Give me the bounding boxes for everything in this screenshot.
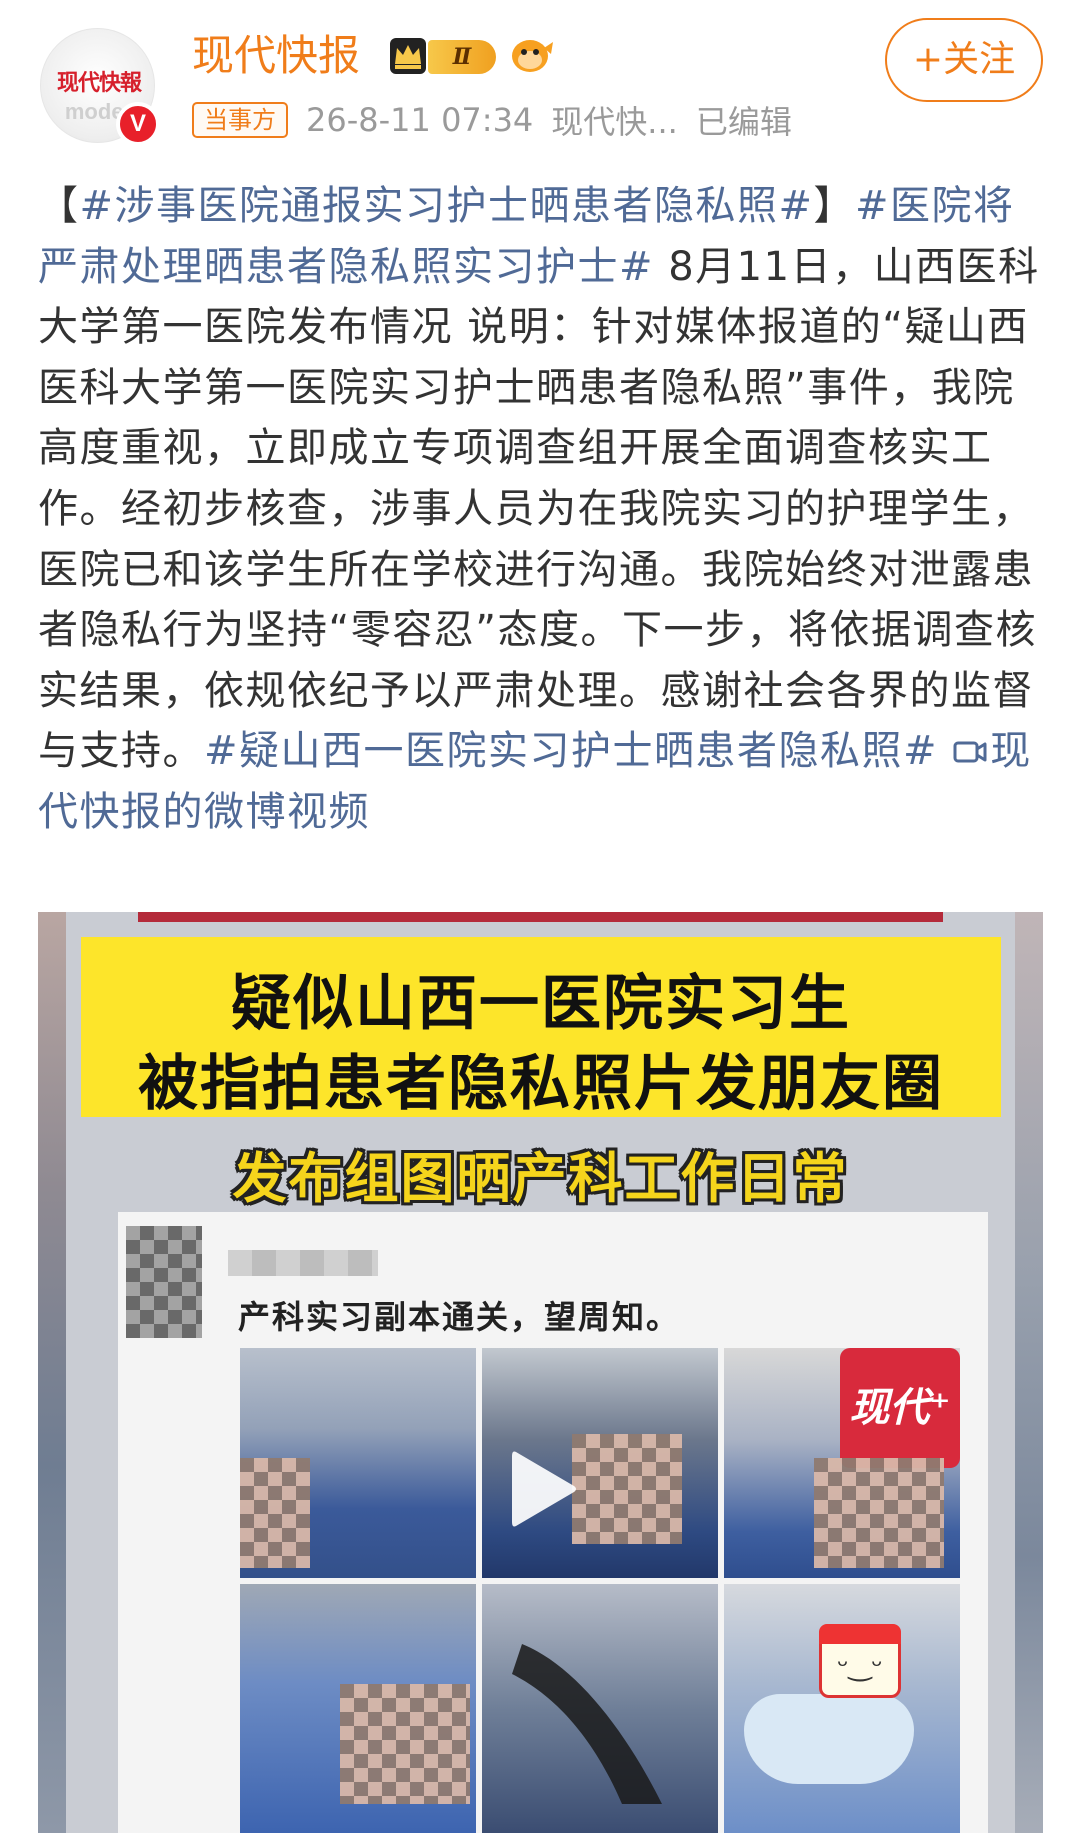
post-time: 26-8-11 07:34 — [306, 101, 534, 139]
topic-link-3[interactable]: #疑山西一医院实习护士晒患者隐私照# — [204, 728, 938, 774]
post-body: 8月11日，山西医科大学第一医院发布情况 说明：针对媒体报道的“疑山西医科大学第… — [38, 243, 1040, 775]
bracket-close: 】 — [813, 183, 856, 229]
edited-label[interactable]: 已编辑 — [696, 97, 792, 143]
moment-photo-4 — [240, 1584, 476, 1833]
post-source[interactable]: 现代快... — [551, 97, 678, 143]
verified-icon: V — [116, 102, 160, 146]
calendar-sticker: ᵕ‿ᵕ — [819, 1624, 901, 1698]
username[interactable]: 现代快报 — [192, 30, 360, 82]
blurred-face — [340, 1684, 470, 1804]
hair-shape — [512, 1644, 662, 1804]
surgical-mask — [744, 1694, 914, 1784]
calendar-sticker-face: ᵕ‿ᵕ — [837, 1649, 883, 1682]
follow-button[interactable]: +关注 — [885, 18, 1043, 102]
watermark-logo: 现代⁺ — [840, 1348, 960, 1468]
blurred-face — [572, 1434, 682, 1544]
video-top-bar — [138, 912, 943, 922]
video-title-banner: 疑似山西一医院实习生 被指拍患者隐私照片发朋友圈 — [81, 937, 1001, 1119]
banner-line-2: 被指拍患者隐私照片发朋友圈 — [138, 1049, 944, 1119]
crown-icon[interactable] — [388, 36, 428, 76]
avatar-logo-text: 现代快報 — [56, 70, 142, 96]
topic-link-1[interactable]: #涉事医院通报实习护士晒患者隐私照# — [80, 183, 814, 229]
blurred-name — [228, 1250, 378, 1276]
moment-photo-1 — [240, 1348, 476, 1578]
video-subtitle: 发布组图晒产科工作日常 — [232, 1147, 849, 1210]
moment-text: 产科实习副本通关，望周知。 — [238, 1298, 681, 1336]
moment-photo-5 — [482, 1584, 718, 1833]
post-text: 【#涉事医院通报实习护士晒患者隐私照#】#医院将严肃处理晒患者隐私照实习护士# … — [38, 176, 1050, 843]
moment-photo-6: ᵕ‿ᵕ — [724, 1584, 960, 1833]
post-meta: 当事方 26-8-11 07:34 现代快... 已编辑 — [192, 99, 792, 141]
video-edge-left — [38, 912, 66, 1833]
play-icon[interactable] — [506, 1444, 580, 1534]
bracket-open: 【 — [38, 183, 80, 229]
blurred-face — [240, 1458, 310, 1568]
moment-photo-3: 现代⁺ — [724, 1348, 960, 1578]
post-header: 现代快報 moder V 现代快报 Ⅱ +关注 当事方 26-8-11 07:3… — [0, 0, 1080, 160]
calendar-sticker-top — [819, 1624, 901, 1644]
blurred-face — [814, 1458, 944, 1568]
party-tag: 当事方 — [192, 102, 288, 138]
banner-line-1: 疑似山西一医院实习生 — [231, 969, 851, 1039]
blurred-avatar — [126, 1226, 202, 1338]
fish-icon[interactable] — [508, 34, 554, 76]
video-player[interactable]: 疑似山西一医院实习生 被指拍患者隐私照片发朋友圈 发布组图晒产科工作日常 产科实… — [38, 912, 1043, 1833]
video-edge-right — [1015, 912, 1043, 1833]
level-badge[interactable]: Ⅱ — [428, 40, 496, 74]
video-link-icon — [953, 741, 987, 763]
